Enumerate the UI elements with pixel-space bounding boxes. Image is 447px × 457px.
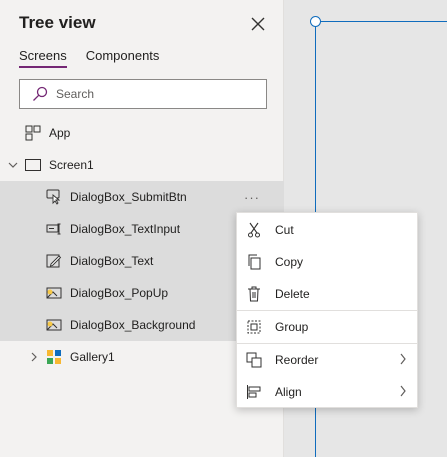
image-icon: [46, 317, 62, 333]
tree-item-app[interactable]: App: [0, 117, 284, 149]
label-edit-icon: [46, 253, 62, 269]
text-input-icon: [46, 221, 62, 237]
chevron-down-icon[interactable]: [8, 160, 20, 170]
tree-item-label: DialogBox_Background: [70, 318, 196, 332]
tab-screens[interactable]: Screens: [19, 48, 67, 68]
context-menu: Cut Copy Delete Group Reorder Align: [236, 212, 418, 408]
menu-item-group[interactable]: Group: [237, 311, 417, 343]
menu-item-label: Reorder: [275, 353, 319, 367]
tree-item-label: DialogBox_PopUp: [70, 286, 169, 300]
close-button[interactable]: [247, 13, 269, 35]
screen-icon: [25, 157, 41, 173]
menu-item-reorder[interactable]: Reorder: [237, 344, 417, 376]
more-options-button[interactable]: ···: [238, 182, 266, 212]
canvas-selection-edge: [315, 21, 447, 22]
align-icon: [246, 384, 262, 400]
resize-handle[interactable]: [310, 16, 321, 27]
menu-item-label: Align: [275, 385, 302, 399]
tree-item-label: Gallery1: [70, 350, 115, 364]
tree-item-label: Screen1: [49, 158, 94, 172]
tree-item-screen1[interactable]: Screen1: [0, 149, 284, 181]
reorder-icon: [246, 352, 262, 368]
copy-icon: [246, 254, 262, 270]
trash-icon: [246, 286, 262, 302]
menu-item-align[interactable]: Align: [237, 376, 417, 408]
menu-item-label: Cut: [275, 223, 294, 237]
tab-components[interactable]: Components: [86, 48, 160, 68]
gallery-icon: [46, 349, 62, 365]
button-icon: [46, 189, 62, 205]
menu-item-label: Delete: [275, 287, 310, 301]
menu-item-label: Copy: [275, 255, 304, 269]
tree-item-label: DialogBox_SubmitBtn: [70, 190, 187, 204]
scissors-icon: [246, 222, 262, 238]
search-placeholder: Search: [56, 87, 95, 101]
menu-item-copy[interactable]: Copy: [237, 246, 417, 278]
image-icon: [46, 285, 62, 301]
search-input[interactable]: Search: [19, 79, 267, 109]
tree-item-label: App: [49, 126, 71, 140]
close-icon: [251, 17, 265, 31]
tab-bar: Screens Components: [19, 48, 178, 68]
tree-item-label: DialogBox_Text: [70, 254, 154, 268]
group-icon: [246, 319, 262, 335]
panel-title: Tree view: [19, 13, 96, 32]
chevron-right-icon[interactable]: [30, 352, 40, 362]
menu-item-cut[interactable]: Cut: [237, 214, 417, 246]
chevron-right-icon: [399, 385, 407, 400]
menu-item-delete[interactable]: Delete: [237, 278, 417, 310]
app-icon: [25, 125, 41, 141]
tree-item-label: DialogBox_TextInput: [70, 222, 181, 236]
chevron-right-icon: [399, 353, 407, 368]
search-icon: [32, 85, 50, 103]
menu-item-label: Group: [275, 320, 309, 334]
